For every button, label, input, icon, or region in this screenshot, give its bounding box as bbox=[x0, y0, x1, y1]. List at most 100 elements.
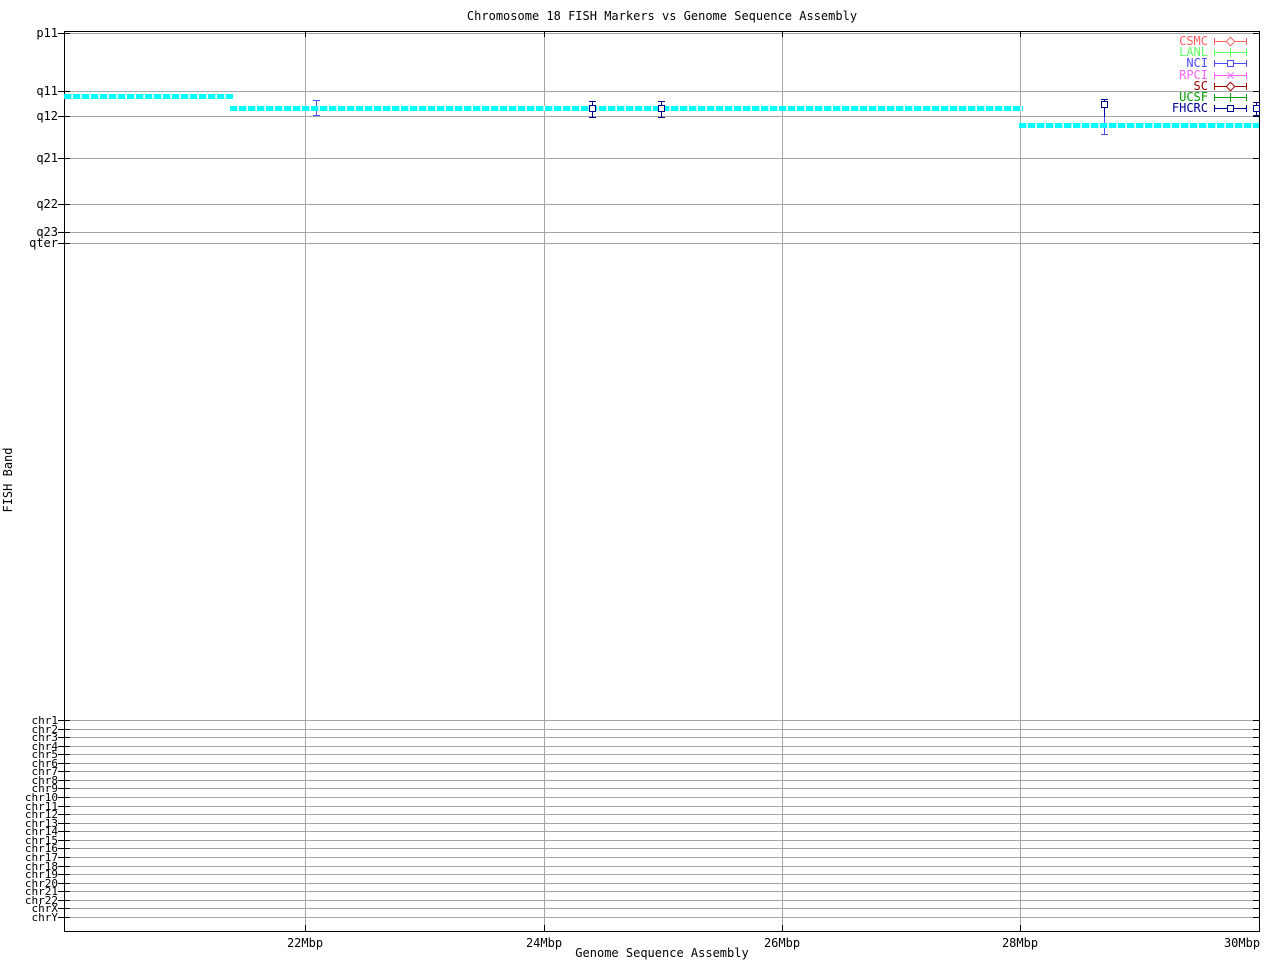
x-tick-mark bbox=[305, 32, 306, 37]
y-tick-mark bbox=[1253, 91, 1259, 92]
x-tick-mark bbox=[1020, 925, 1021, 931]
legend-sample-cap bbox=[1246, 94, 1247, 101]
y-tick-mark bbox=[1253, 874, 1259, 875]
y-tick-mark bbox=[58, 780, 70, 781]
y-tick-mark bbox=[58, 158, 70, 159]
y-tick-mark bbox=[1253, 806, 1259, 807]
legend-sample-cap bbox=[1214, 94, 1215, 101]
chr-tick-label: chrY bbox=[31, 911, 59, 924]
y-tick-mark bbox=[58, 788, 70, 789]
y-tick-mark bbox=[58, 848, 70, 849]
y-tick-mark bbox=[58, 917, 70, 918]
plot-area bbox=[64, 31, 1260, 931]
y-tick-mark bbox=[58, 754, 70, 755]
legend-marker-diamond-icon bbox=[1225, 36, 1236, 47]
x-tick-mark bbox=[305, 925, 306, 931]
errorbar-cap bbox=[1253, 102, 1260, 103]
legend-sample-cap bbox=[1246, 82, 1247, 90]
y-tick-mark bbox=[1253, 908, 1259, 909]
y-tick-mark bbox=[1253, 814, 1259, 815]
legend-sample-cap bbox=[1246, 105, 1247, 113]
errorbar-cap bbox=[589, 117, 596, 118]
marker-part bbox=[1227, 60, 1234, 68]
y-tick-mark bbox=[1253, 729, 1259, 730]
errorbar-cap bbox=[658, 117, 665, 118]
y-tick-label: qter bbox=[29, 236, 58, 250]
y-tick-mark bbox=[1253, 204, 1259, 205]
y-tick-mark bbox=[1253, 771, 1259, 772]
y-tick-label: q22 bbox=[36, 197, 58, 211]
errorbar-cap bbox=[313, 100, 320, 101]
y-tick-mark bbox=[1253, 232, 1259, 233]
y-tick-mark bbox=[58, 729, 70, 730]
y-tick-mark bbox=[58, 746, 70, 747]
y-tick-label: q11 bbox=[36, 84, 58, 98]
fish-markers-chart: Chromosome 18 FISH Markers vs Genome Seq… bbox=[0, 0, 1280, 960]
legend-marker-x-icon bbox=[1226, 71, 1235, 80]
legend-marker-square-icon bbox=[1226, 104, 1235, 113]
y-tick-mark bbox=[1253, 831, 1259, 832]
y-tick-label: p11 bbox=[36, 26, 58, 40]
marker-part bbox=[1230, 93, 1231, 102]
legend-marker-diamond-icon bbox=[1225, 81, 1236, 92]
legend-sample-cap bbox=[1246, 60, 1247, 68]
errorbar-cap bbox=[1101, 134, 1108, 135]
y-tick-mark bbox=[58, 857, 70, 858]
y-tick-label: q21 bbox=[36, 151, 58, 165]
y-tick-mark bbox=[58, 866, 70, 867]
y-tick-mark bbox=[58, 814, 70, 815]
y-tick-mark bbox=[58, 737, 70, 738]
x-tick-mark bbox=[544, 925, 545, 931]
y-tick-mark bbox=[1253, 780, 1259, 781]
y-tick-mark bbox=[58, 900, 70, 901]
y-tick-mark bbox=[1253, 840, 1259, 841]
y-tick-mark bbox=[1253, 158, 1259, 159]
x-tick-mark bbox=[782, 32, 783, 37]
legend-marker-plus-icon bbox=[1226, 48, 1235, 58]
data-point-marker bbox=[1253, 105, 1260, 112]
y-tick-mark bbox=[1253, 900, 1259, 901]
x-axis-title: Genome Sequence Assembly bbox=[575, 946, 749, 960]
y-tick-mark bbox=[1253, 891, 1259, 892]
y-tick-mark bbox=[58, 243, 70, 244]
y-tick-mark bbox=[58, 797, 70, 798]
x-tick-label: 30Mbp bbox=[1223, 936, 1261, 950]
errorbar-cap bbox=[313, 115, 320, 116]
y-tick-mark bbox=[58, 204, 70, 205]
y-tick-mark bbox=[1253, 866, 1259, 867]
x-tick-mark bbox=[544, 32, 545, 37]
x-tick-label: 26Mbp bbox=[763, 936, 801, 950]
y-tick-mark bbox=[1253, 763, 1259, 764]
y-tick-mark bbox=[58, 232, 70, 233]
y-tick-mark bbox=[58, 771, 70, 772]
y-tick-mark bbox=[1253, 917, 1259, 918]
marker-part bbox=[1227, 105, 1234, 113]
y-tick-mark bbox=[58, 840, 70, 841]
x-tick-mark bbox=[1259, 32, 1260, 37]
y-tick-mark bbox=[1253, 797, 1259, 798]
y-tick-mark bbox=[58, 806, 70, 807]
legend-marker-plus-icon bbox=[1226, 93, 1235, 102]
y-tick-mark bbox=[1253, 116, 1259, 117]
legend-sample-cap bbox=[1214, 82, 1215, 90]
marker-part bbox=[1225, 81, 1236, 92]
y-tick-mark bbox=[1253, 720, 1259, 721]
marker-part bbox=[1225, 36, 1236, 47]
y-tick-mark bbox=[1253, 788, 1259, 789]
legend-sample-cap bbox=[1214, 105, 1215, 113]
legend-sample-cap bbox=[1246, 38, 1247, 45]
x-tick-mark bbox=[782, 925, 783, 931]
y-tick-mark bbox=[1253, 754, 1259, 755]
y-axis-title: FISH Band bbox=[1, 447, 15, 513]
x-tick-label: 28Mbp bbox=[1001, 936, 1039, 950]
fish-band-segment bbox=[230, 106, 1023, 111]
y-tick-mark bbox=[58, 891, 70, 892]
y-tick-mark bbox=[1253, 33, 1259, 34]
errorbar-cap bbox=[658, 101, 665, 102]
y-tick-mark bbox=[58, 883, 70, 884]
legend-sample-cap bbox=[1214, 71, 1215, 79]
legend-sample-cap bbox=[1214, 49, 1215, 57]
y-tick-mark bbox=[58, 874, 70, 875]
y-tick-mark bbox=[58, 720, 70, 721]
y-tick-mark bbox=[58, 116, 70, 117]
